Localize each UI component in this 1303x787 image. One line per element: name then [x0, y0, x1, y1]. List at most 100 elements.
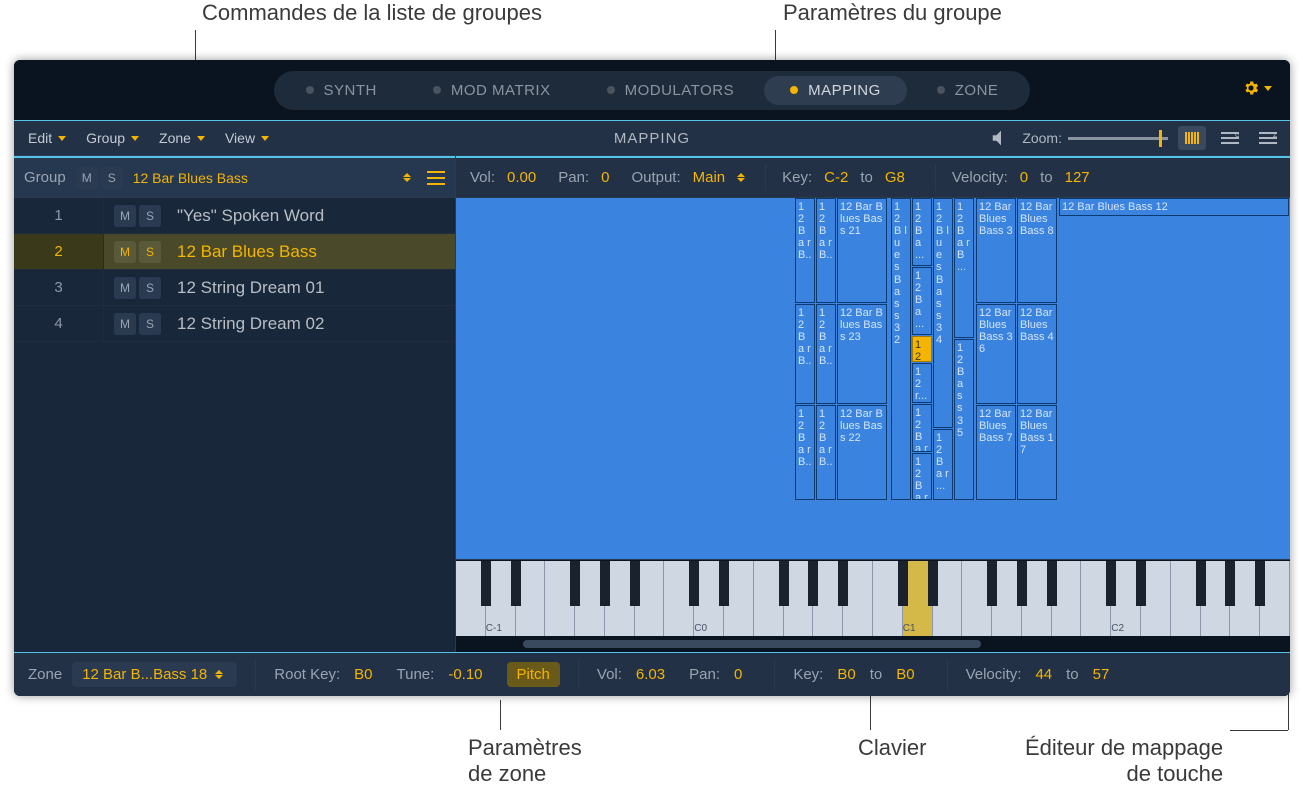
- zone-box[interactable]: 12 Bar Blues Bass 23: [837, 304, 887, 404]
- pan-value[interactable]: 0: [601, 169, 609, 186]
- root-value[interactable]: B0: [354, 666, 372, 683]
- black-key[interactable]: [1047, 561, 1057, 606]
- zone-box[interactable]: 12 Bar Blues Bass 4: [1017, 304, 1057, 404]
- solo-button[interactable]: S: [101, 167, 123, 189]
- black-key[interactable]: [1017, 561, 1027, 606]
- solo-button[interactable]: S: [139, 241, 161, 263]
- vel-from[interactable]: 0: [1020, 169, 1028, 186]
- zone-box[interactable]: 1 2 B a ...: [912, 267, 932, 335]
- mute-button[interactable]: M: [114, 277, 136, 299]
- solo-button[interactable]: S: [139, 277, 161, 299]
- mute-button[interactable]: M: [114, 205, 136, 227]
- key-to[interactable]: B0: [896, 666, 914, 683]
- black-key[interactable]: [1196, 561, 1206, 606]
- zone-box[interactable]: 1 2 B l u e s B a s s 3 4: [933, 198, 953, 428]
- black-key[interactable]: [808, 561, 818, 606]
- group-row[interactable]: 2MS12 Bar Blues Bass: [14, 234, 455, 270]
- black-key[interactable]: [630, 561, 640, 606]
- black-key[interactable]: [1136, 561, 1146, 606]
- group-menu[interactable]: Group: [76, 121, 149, 155]
- group-row[interactable]: 1MS"Yes" Spoken Word: [14, 198, 455, 234]
- zone-box[interactable]: 1 2 B a r B ...: [954, 198, 974, 338]
- zone-box[interactable]: 12 Bar Blues Bass 21: [837, 198, 887, 303]
- view-keymap-button[interactable]: [1178, 126, 1206, 150]
- zone-box[interactable]: 1 2 B a r ...: [912, 404, 932, 452]
- zone-box[interactable]: 1 2 B a r B..: [816, 198, 836, 303]
- black-key[interactable]: [838, 561, 848, 606]
- view-menu[interactable]: View: [215, 121, 279, 155]
- tune-value[interactable]: -0.10: [448, 666, 482, 683]
- zone-box[interactable]: 1 2 B a ...: [912, 198, 932, 266]
- group-selector[interactable]: 12 Bar Blues Bass: [133, 170, 445, 186]
- zone-box[interactable]: 1 2 B a r B..: [816, 405, 836, 500]
- black-key[interactable]: [987, 561, 997, 606]
- tab-synth[interactable]: SYNTH: [280, 76, 403, 105]
- black-key[interactable]: [719, 561, 729, 606]
- black-key[interactable]: [1225, 561, 1235, 606]
- mute-button[interactable]: M: [114, 313, 136, 335]
- black-key[interactable]: [600, 561, 610, 606]
- key-from[interactable]: B0: [837, 666, 855, 683]
- zone-box[interactable]: 1 2 B a r B..: [795, 405, 815, 500]
- scrollbar-thumb[interactable]: [523, 640, 982, 648]
- vel-from[interactable]: 44: [1035, 666, 1052, 683]
- speaker-icon[interactable]: [990, 127, 1012, 149]
- key-velocity-map[interactable]: 1 2 B a r B..1 2 B a r B..12 Bar Blues B…: [456, 198, 1290, 560]
- black-key[interactable]: [481, 561, 491, 606]
- zone-box[interactable]: 12 Bar Blues Bass 36: [976, 304, 1016, 404]
- pan-value[interactable]: 0: [734, 666, 742, 683]
- zoom-thumb[interactable]: [1159, 130, 1162, 147]
- black-key[interactable]: [928, 561, 938, 606]
- black-key[interactable]: [779, 561, 789, 606]
- zone-box[interactable]: 1 2 B a r B..: [816, 304, 836, 404]
- zone-menu[interactable]: Zone: [149, 121, 215, 155]
- zone-box[interactable]: 12 Bar Blues Bass 12: [1059, 198, 1289, 216]
- tab-mapping[interactable]: MAPPING: [764, 76, 907, 105]
- mute-button[interactable]: M: [114, 241, 136, 263]
- zone-box[interactable]: 1 2 B a r B..: [795, 198, 815, 303]
- vol-value[interactable]: 6.03: [636, 666, 665, 683]
- vel-to[interactable]: 57: [1093, 666, 1110, 683]
- tab-zone[interactable]: ZONE: [911, 76, 1025, 105]
- key-from[interactable]: C-2: [824, 169, 848, 186]
- zone-box[interactable]: 1 2 B l u e s B a s s 3 2: [891, 198, 911, 500]
- pitch-button[interactable]: Pitch: [507, 662, 560, 687]
- zoom-slider[interactable]: [1068, 137, 1168, 140]
- zone-box[interactable]: 12 Bar Blues Bass 17: [1017, 405, 1057, 500]
- key-to[interactable]: G8: [885, 169, 905, 186]
- group-row[interactable]: 4MS12 String Dream 02: [14, 306, 455, 342]
- black-key[interactable]: [570, 561, 580, 606]
- black-key[interactable]: [1255, 561, 1265, 606]
- view-group-list-button[interactable]: G: [1216, 126, 1244, 150]
- solo-button[interactable]: S: [139, 205, 161, 227]
- zone-box[interactable]: 12 Bar Blues Bass 7: [976, 405, 1016, 500]
- zone-box[interactable]: 1 2 r...: [912, 363, 932, 403]
- view-zone-list-button[interactable]: Z: [1254, 126, 1282, 150]
- output-value[interactable]: Main: [693, 169, 726, 186]
- black-key[interactable]: [1106, 561, 1116, 606]
- zone-box[interactable]: 1 2 r...: [912, 336, 932, 362]
- zone-selector[interactable]: 12 Bar B...Bass 18: [72, 662, 237, 687]
- zone-box[interactable]: 1 2 B a r ...: [912, 453, 932, 500]
- black-key[interactable]: [511, 561, 521, 606]
- hscrollbar[interactable]: [456, 636, 1290, 652]
- zone-box[interactable]: 12 Bar Blues Bass 22: [837, 405, 887, 500]
- zone-box[interactable]: 12 Bar Blues Bass 8: [1017, 198, 1057, 303]
- zone-box[interactable]: 1 2 B a r B..: [795, 304, 815, 404]
- solo-button[interactable]: S: [139, 313, 161, 335]
- group-row[interactable]: 3MS12 String Dream 01: [14, 270, 455, 306]
- tab-mod-matrix[interactable]: MOD MATRIX: [407, 76, 577, 105]
- settings-button[interactable]: [1242, 78, 1278, 98]
- vol-value[interactable]: 0.00: [507, 169, 536, 186]
- edit-menu[interactable]: Edit: [18, 121, 76, 155]
- black-key[interactable]: [898, 561, 908, 606]
- mute-button[interactable]: M: [76, 167, 98, 189]
- zone-box[interactable]: 12 Bar Blues Bass 3: [976, 198, 1016, 303]
- black-key[interactable]: [689, 561, 699, 606]
- zone-box[interactable]: 1 2 B a s s 3 5: [954, 339, 974, 500]
- tab-modulators[interactable]: MODULATORS: [581, 76, 760, 105]
- stepper-icon[interactable]: [737, 173, 749, 182]
- vel-to[interactable]: 127: [1065, 169, 1090, 186]
- keyboard[interactable]: C-1C0C1C2: [456, 560, 1290, 636]
- zone-box[interactable]: 1 2 B a r ...: [933, 429, 953, 500]
